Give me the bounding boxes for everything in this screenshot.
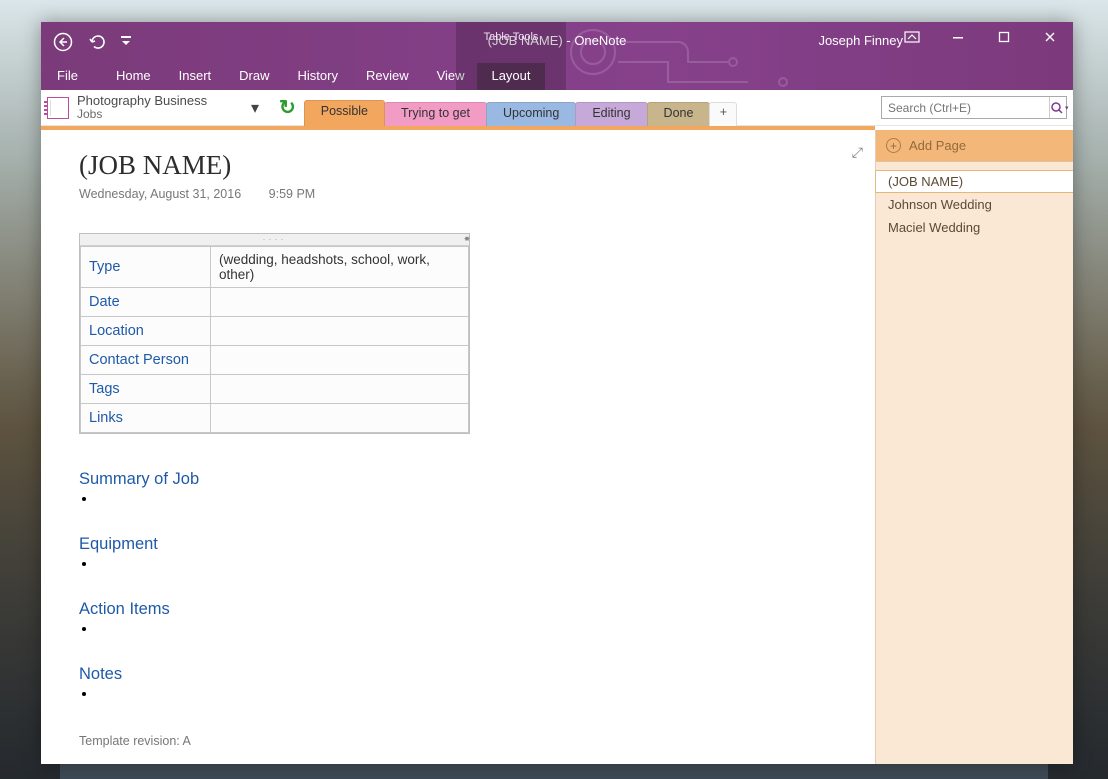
table-value-tags[interactable] xyxy=(211,375,469,404)
ribbon-tab-file[interactable]: File xyxy=(47,63,88,90)
table-row[interactable]: Type(wedding, headshots, school, work, o… xyxy=(81,247,469,288)
bullet-item[interactable] xyxy=(97,686,875,702)
table-value-date[interactable] xyxy=(211,288,469,317)
section-tab-upcoming[interactable]: Upcoming xyxy=(486,102,576,126)
table-row[interactable]: Tags xyxy=(81,375,469,404)
notebook-dropdown-icon[interactable]: ▾ xyxy=(245,98,265,118)
table-label-date[interactable]: Date xyxy=(81,288,211,317)
back-button[interactable] xyxy=(51,30,75,54)
notebook-name: Photography Business xyxy=(77,94,237,108)
section-heading-summary-of-job[interactable]: Summary of Job xyxy=(79,470,875,489)
section-heading-action-items[interactable]: Action Items xyxy=(79,600,875,619)
ribbon-tab-draw[interactable]: Draw xyxy=(225,63,283,90)
section-tab-trying-to-get[interactable]: Trying to get xyxy=(384,102,487,126)
sync-status-icon[interactable]: ↻ xyxy=(271,90,304,125)
ribbon-tabs: File Home Insert Draw History Review Vie… xyxy=(47,62,479,90)
table-row[interactable]: Date xyxy=(81,288,469,317)
onenote-window: (JOB NAME) - OneNote Table Tools Joseph … xyxy=(41,22,1073,764)
page-pane: + Add Page (JOB NAME)Johnson WeddingMaci… xyxy=(875,130,1073,764)
section-heading-notes[interactable]: Notes xyxy=(79,665,875,684)
table-label-type[interactable]: Type xyxy=(81,247,211,288)
ribbon-tab-review[interactable]: Review xyxy=(352,63,423,90)
bullet-list[interactable] xyxy=(79,556,875,572)
ribbon-tab-insert[interactable]: Insert xyxy=(165,63,226,90)
add-section-button[interactable]: + xyxy=(709,102,737,126)
section-heading-equipment[interactable]: Equipment xyxy=(79,535,875,554)
section-tab-editing[interactable]: Editing xyxy=(575,102,647,126)
qat-customize-dropdown[interactable] xyxy=(119,30,133,54)
ribbon-tab-layout[interactable]: Layout xyxy=(477,63,544,90)
table-label-contact-person[interactable]: Contact Person xyxy=(81,346,211,375)
note-table-container[interactable]: ···· Type(wedding, headshots, school, wo… xyxy=(79,233,470,434)
notebook-labels: Photography Business Jobs xyxy=(77,94,237,121)
notebook-header: Photography Business Jobs ▾ ↻ PossibleTr… xyxy=(41,90,1073,126)
table-value-type[interactable]: (wedding, headshots, school, work, other… xyxy=(211,247,469,288)
plus-icon: + xyxy=(886,138,901,153)
table-value-links[interactable] xyxy=(211,404,469,433)
page-time: 9:59 PM xyxy=(269,187,316,201)
search-button[interactable]: ▾ xyxy=(1049,97,1069,118)
section-tab-done[interactable]: Done xyxy=(647,102,711,126)
table-label-tags[interactable]: Tags xyxy=(81,375,211,404)
table-row[interactable]: Contact Person xyxy=(81,346,469,375)
page-item[interactable]: Johnson Wedding xyxy=(876,193,1073,216)
search-input[interactable] xyxy=(882,101,1049,115)
bullet-list[interactable] xyxy=(79,621,875,637)
close-button[interactable] xyxy=(1027,22,1073,52)
section-tab-possible[interactable]: Possible xyxy=(304,100,385,126)
search-area: ▾ xyxy=(875,90,1073,126)
table-value-location[interactable] xyxy=(211,317,469,346)
bullet-item[interactable] xyxy=(97,556,875,572)
page-canvas[interactable]: ⤢ (JOB NAME) Wednesday, August 31, 2016 … xyxy=(41,130,875,764)
search-box: ▾ xyxy=(881,96,1067,119)
table-row[interactable]: Links xyxy=(81,404,469,433)
page-item[interactable]: (JOB NAME) xyxy=(875,170,1073,193)
page-title[interactable]: (JOB NAME) xyxy=(79,150,875,181)
current-section-name: Jobs xyxy=(77,108,237,121)
table-tools-tab-group: Layout xyxy=(456,52,566,90)
ribbon-tab-home[interactable]: Home xyxy=(102,63,165,90)
page-date: Wednesday, August 31, 2016 xyxy=(79,187,241,201)
bullet-list[interactable] xyxy=(79,491,875,507)
template-revision: Template revision: A xyxy=(79,734,875,748)
bullet-item[interactable] xyxy=(97,621,875,637)
table-row[interactable]: Location xyxy=(81,317,469,346)
notebook-picker[interactable]: Photography Business Jobs ▾ xyxy=(41,90,271,125)
minimize-button[interactable] xyxy=(935,22,981,52)
window-controls xyxy=(889,22,1073,52)
bullet-item[interactable] xyxy=(97,491,875,507)
table-grip-bar[interactable]: ···· xyxy=(80,234,469,246)
undo-button[interactable] xyxy=(85,30,109,54)
page-list: (JOB NAME)Johnson WeddingMaciel Wedding xyxy=(876,162,1073,239)
decorative-circuit xyxy=(533,12,853,102)
page-timestamp: Wednesday, August 31, 2016 9:59 PM xyxy=(79,187,875,201)
workspace: ⤢ (JOB NAME) Wednesday, August 31, 2016 … xyxy=(41,130,1073,764)
bullet-list[interactable] xyxy=(79,686,875,702)
ribbon-display-options[interactable] xyxy=(889,22,935,52)
job-info-table[interactable]: Type(wedding, headshots, school, work, o… xyxy=(80,246,469,433)
maximize-button[interactable] xyxy=(981,22,1027,52)
table-tools-contextual-label: Table Tools xyxy=(456,22,566,52)
quick-access-toolbar xyxy=(51,30,133,54)
ribbon-tab-history[interactable]: History xyxy=(284,63,352,90)
notebook-icon xyxy=(47,97,69,119)
table-label-location[interactable]: Location xyxy=(81,317,211,346)
table-label-links[interactable]: Links xyxy=(81,404,211,433)
add-page-label: Add Page xyxy=(909,138,966,153)
titlebar: (JOB NAME) - OneNote Table Tools Joseph … xyxy=(41,22,1073,90)
fullpage-toggle-icon[interactable]: ⤢ xyxy=(852,144,863,161)
table-value-contact-person[interactable] xyxy=(211,346,469,375)
page-item[interactable]: Maciel Wedding xyxy=(876,216,1073,239)
add-page-button[interactable]: + Add Page xyxy=(876,130,1073,162)
